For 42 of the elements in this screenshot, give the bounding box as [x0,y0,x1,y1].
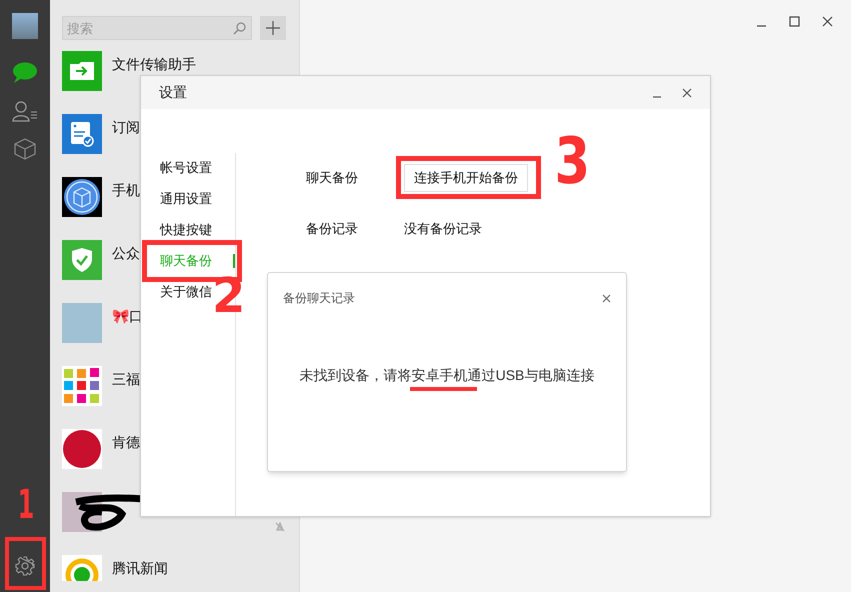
chat-name: 文件传输助手 [112,55,196,74]
chat-name: 订阅 [112,118,140,137]
maximize-icon[interactable] [789,16,800,27]
annotation-number: 1 [18,485,34,525]
search-icon [233,22,246,35]
chat-name: 腾讯新闻 [112,559,168,578]
dialog-title: 备份聊天记录 [283,290,356,307]
setting-label: 聊天备份 [306,168,359,187]
close-icon[interactable] [822,16,833,27]
window-title: 设置 [159,83,188,102]
annotation-number: 3 [554,130,590,194]
contacts-icon[interactable] [12,100,38,122]
search-field[interactable]: 搜索 [62,16,252,40]
photo-placeholder [62,303,102,343]
shield-avatar-icon [62,240,102,280]
settings-menu-item[interactable]: 帐号设置 [141,158,212,178]
tiles-avatar-icon [62,366,102,406]
setting-label: 备份记录 [306,220,359,238]
chat-name: 公众 [112,244,140,263]
dialog-message: 未找到设备，请将安卓手机通过USB与电脑连接 [300,366,594,385]
folder-avatar-icon [62,51,102,91]
box-avatar-icon [62,177,102,217]
setting-value: 没有备份记录 [404,220,482,238]
settings-menu-item[interactable]: 关于微信 [141,282,212,302]
settings-icon[interactable] [15,556,35,576]
chat-bubble-icon[interactable] [12,62,38,84]
close-icon[interactable] [602,294,611,302]
chat-name: 三福 [112,370,140,389]
chat-name: 肯德 [112,433,140,452]
connect-phone-backup-button[interactable]: 连接手机开始备份 [404,164,528,192]
annotation-box [5,537,46,590]
settings-menu-item[interactable]: 通用设置 [141,189,212,209]
logo-avatar-placeholder [62,429,102,469]
settings-menu-item[interactable]: 快捷按键 [141,220,212,240]
close-icon[interactable] [682,88,692,98]
plus-icon [266,21,280,35]
document-avatar-icon [62,114,102,154]
news-avatar-icon [62,555,102,581]
annotation-underline [410,387,477,391]
cube-icon[interactable] [14,138,36,160]
chat-name: 手机 [112,181,140,200]
add-button[interactable] [260,16,286,40]
